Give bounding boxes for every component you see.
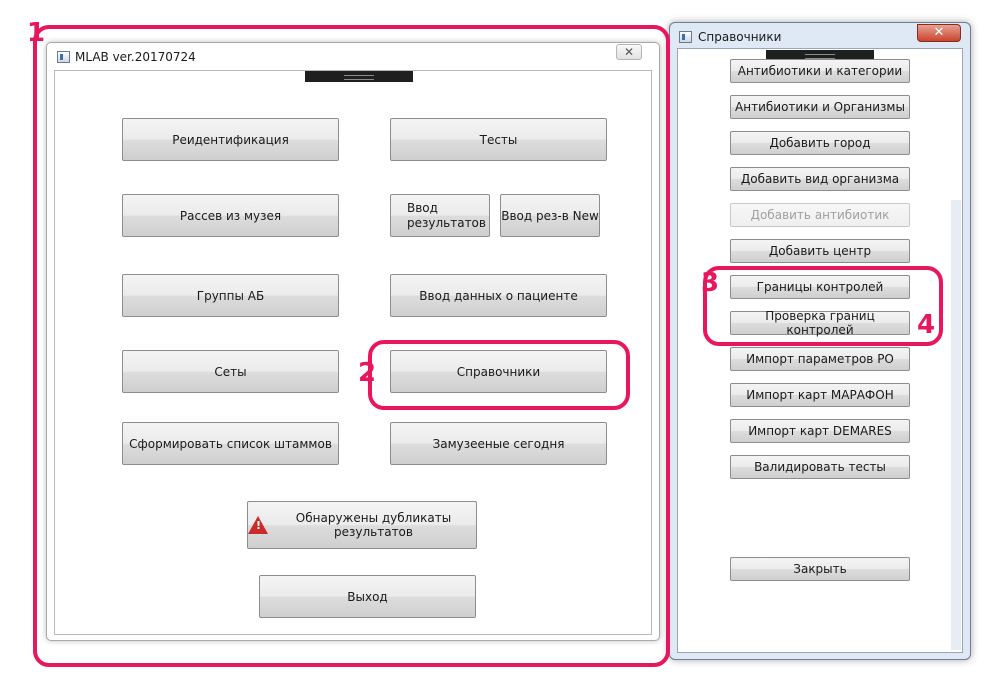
ref-button-ab-categories[interactable]: Антибиотики и категории	[730, 59, 910, 83]
ref-button-ab-organisms[interactable]: Антибиотики и Организмы	[730, 95, 910, 119]
ref-button-add-city[interactable]: Добавить город	[730, 131, 910, 155]
scrollbar[interactable]	[951, 200, 961, 650]
ref-close-button[interactable]: Закрыть	[730, 557, 910, 581]
references-close-icon[interactable]: ✕	[917, 24, 961, 42]
references-app-icon	[679, 31, 692, 43]
ref-button-import-marafon[interactable]: Импорт карт МАРАФОН	[730, 383, 910, 407]
annotation-label-2: 2	[358, 358, 377, 388]
highlight-references-button	[368, 340, 630, 410]
ref-button-add-center[interactable]: Добавить центр	[730, 239, 910, 263]
annotation-label-3: 3	[701, 268, 720, 298]
annotation-label-4: 4	[917, 310, 936, 340]
ref-button-import-ro-params[interactable]: Импорт параметров РО	[730, 347, 910, 371]
ref-button-import-demares[interactable]: Импорт карт DEMARES	[730, 419, 910, 443]
ref-button-validate-tests[interactable]: Валидировать тесты	[730, 455, 910, 479]
ref-button-add-antibiotic: Добавить антибиотик	[730, 203, 910, 227]
ref-button-add-organism-type[interactable]: Добавить вид организма	[730, 167, 910, 191]
references-window-title: Справочники	[698, 30, 782, 44]
highlight-control-limits	[703, 266, 943, 346]
annotation-label-1: 1	[27, 18, 46, 48]
